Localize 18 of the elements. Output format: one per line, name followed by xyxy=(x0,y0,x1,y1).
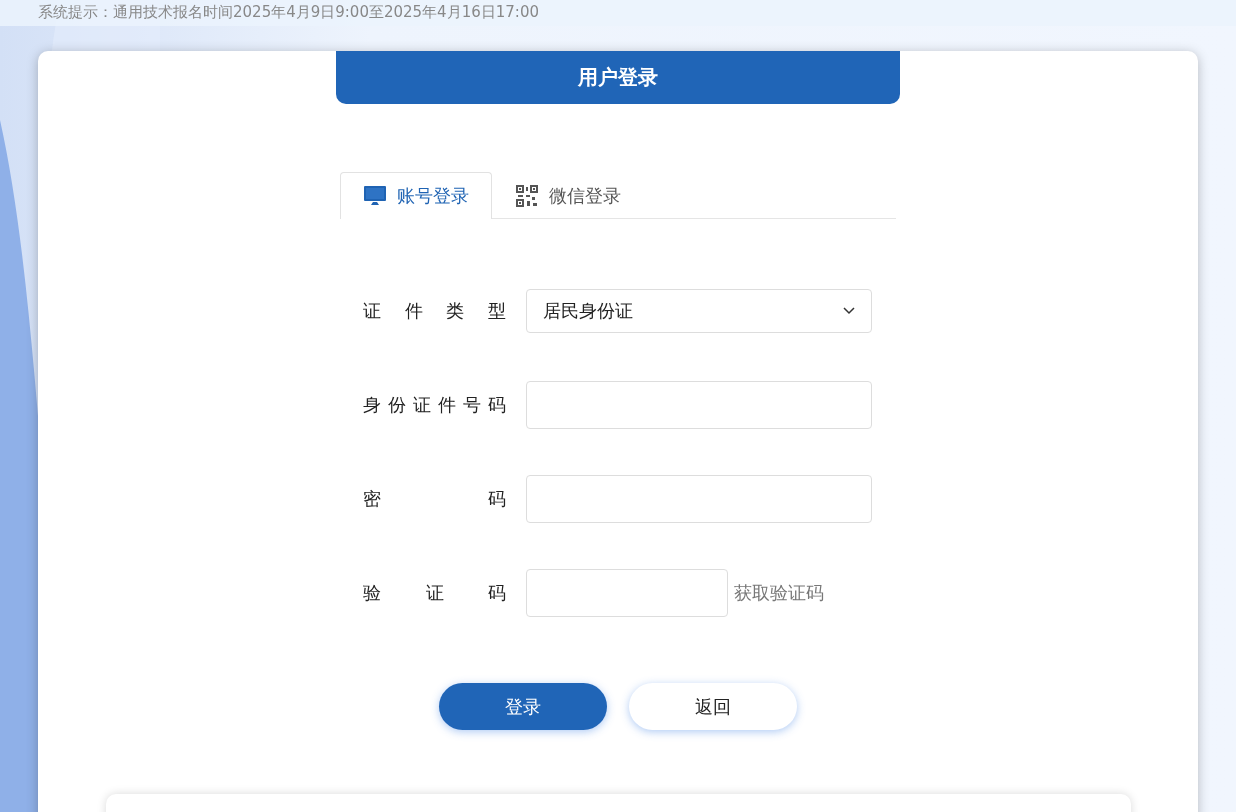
input-field[interactable] xyxy=(526,381,872,430)
field-label: 身份证件号码 xyxy=(363,393,506,418)
tab[interactable]: 微信登录 xyxy=(492,172,644,220)
qr-code-icon xyxy=(515,184,539,209)
notice-text: 系统提示：通用技术报名时间2025年4月9日9:00至2025年4月16日17:00 xyxy=(0,0,1236,26)
field-label: 证件类型 xyxy=(363,299,506,324)
header-bar: 用户登录 xyxy=(336,51,900,105)
back-button[interactable]: 返回 xyxy=(629,683,797,731)
login-button[interactable]: 登录 xyxy=(439,683,607,731)
tab[interactable]: 账号登录 xyxy=(340,172,492,220)
monitor-icon xyxy=(363,185,387,208)
field-label: 验证码 xyxy=(363,581,506,606)
code-field[interactable] xyxy=(526,569,728,618)
chevron-down-icon xyxy=(843,307,855,316)
get-code-link[interactable]: 获取验证码 xyxy=(734,581,824,606)
id-type-dropdown[interactable]: 居民身份证 xyxy=(526,289,872,334)
password-field[interactable] xyxy=(526,475,872,524)
field-label: 密码 xyxy=(363,487,506,512)
